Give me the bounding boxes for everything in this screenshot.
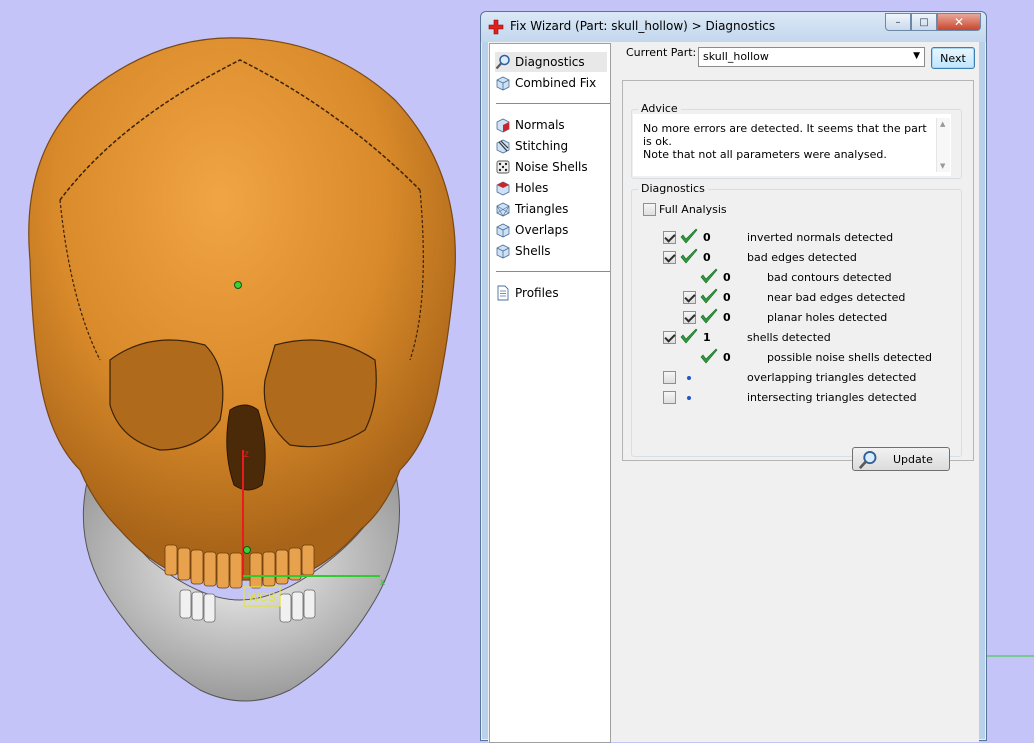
minimize-button[interactable]: –	[885, 13, 911, 31]
diagnostic-label: possible noise shells detected	[767, 351, 933, 364]
pick-point-marker	[234, 281, 242, 289]
magnifier-icon	[495, 54, 510, 70]
window-client-area: Diagnostics Combined Fix Normals Stitchi…	[488, 42, 979, 743]
normals-cube-icon	[496, 118, 510, 133]
diagnostic-count: 0	[703, 231, 711, 244]
diagnostic-count: 0	[723, 311, 731, 324]
full-analysis-checkbox[interactable]	[643, 203, 656, 216]
window-controls: – □ ✕	[885, 13, 981, 31]
diagnostic-count: 0	[723, 271, 731, 284]
nav-item-noise-shells[interactable]: Noise Shells	[495, 157, 607, 177]
nav-item-label: Combined Fix	[515, 76, 597, 90]
green-check-icon	[680, 248, 698, 264]
nav-item-label: Overlaps	[515, 223, 569, 237]
green-check-icon	[700, 308, 718, 324]
nav-item-normals[interactable]: Normals	[495, 115, 607, 135]
nav-item-overlaps[interactable]: Overlaps	[495, 220, 607, 240]
update-button[interactable]: Update	[852, 447, 950, 471]
origin-marker	[243, 546, 251, 554]
green-check-icon	[680, 228, 698, 244]
diagnostic-checkbox[interactable]	[663, 371, 676, 384]
nav-item-shells[interactable]: Shells	[495, 241, 607, 261]
diagnostic-count: 1	[703, 331, 711, 344]
wcs-label: WCS	[248, 590, 276, 604]
nav-panel: Diagnostics Combined Fix Normals Stitchi…	[489, 43, 611, 743]
nav-separator	[496, 103, 610, 104]
scroll-up-arrow-icon[interactable]: ▲	[940, 120, 945, 128]
holes-cube-icon	[496, 181, 510, 196]
nav-item-label: Normals	[515, 118, 565, 132]
nav-item-stitching[interactable]: Stitching	[495, 136, 607, 156]
advice-textbox[interactable]: No more errors are detected. It seems th…	[633, 114, 951, 176]
pending-dot-icon	[687, 376, 691, 380]
full-analysis-label: Full Analysis	[659, 203, 727, 216]
diagnostic-label: bad edges detected	[747, 251, 857, 264]
axis-line-right	[985, 655, 1034, 657]
maximize-button[interactable]: □	[911, 13, 937, 31]
diagnostic-label: bad contours detected	[767, 271, 892, 284]
title-bar[interactable]: Fix Wizard (Part: skull_hollow) > Diagno…	[481, 12, 986, 42]
triangles-icon	[496, 202, 510, 217]
nav-item-label: Triangles	[515, 202, 569, 216]
diagnostic-label: overlapping triangles detected	[747, 371, 917, 384]
nav-item-holes[interactable]: Holes	[495, 178, 607, 198]
scroll-down-arrow-icon[interactable]: ▼	[940, 162, 945, 170]
diagnostic-checkbox[interactable]	[683, 291, 696, 304]
nav-item-label: Stitching	[515, 139, 569, 153]
nav-item-label: Profiles	[515, 286, 559, 300]
current-part-value: skull_hollow	[703, 50, 769, 63]
diagnostic-count: 0	[703, 251, 711, 264]
diagnostic-label: shells detected	[747, 331, 831, 344]
diagnostic-count: 0	[723, 291, 731, 304]
diagnostic-checkbox[interactable]	[663, 251, 676, 264]
nav-item-combined-fix[interactable]: Combined Fix	[495, 73, 607, 93]
update-label: Update	[893, 453, 933, 466]
diagnostic-checkbox[interactable]	[683, 311, 696, 324]
stitching-icon	[496, 139, 510, 154]
x-axis-label: x	[380, 577, 385, 588]
magnifier-icon	[858, 450, 877, 470]
diagnostic-label: inverted normals detected	[747, 231, 894, 244]
diagnostic-label: near bad edges detected	[767, 291, 906, 304]
diagnostics-title: Diagnostics	[638, 182, 708, 195]
z-axis-label: z	[244, 449, 249, 460]
nav-item-label: Shells	[515, 244, 551, 258]
diagnostic-label: planar holes detected	[767, 311, 888, 324]
nav-separator	[496, 271, 610, 272]
green-check-icon	[700, 268, 718, 284]
diagnostic-checkbox[interactable]	[663, 391, 676, 404]
close-button[interactable]: ✕	[937, 13, 981, 31]
diagnostic-checkbox[interactable]	[663, 331, 676, 344]
green-check-icon	[700, 348, 718, 364]
diagnostic-count: 0	[723, 351, 731, 364]
dice-icon	[496, 160, 510, 174]
nav-item-diagnostics[interactable]: Diagnostics	[495, 52, 607, 72]
pending-dot-icon	[687, 396, 691, 400]
nav-item-label: Diagnostics	[515, 55, 585, 69]
nav-item-label: Holes	[515, 181, 549, 195]
skull-model[interactable]: z x WCS	[0, 0, 480, 734]
advice-scrollbar[interactable]: ▲ ▼	[936, 118, 950, 172]
advice-text-line1: No more errors are detected. It seems th…	[643, 122, 927, 148]
current-part-label: Current Part:	[626, 46, 697, 59]
document-icon	[497, 285, 509, 301]
fix-wizard-window: Fix Wizard (Part: skull_hollow) > Diagno…	[480, 11, 987, 743]
diagnostic-label: intersecting triangles detected	[747, 391, 917, 404]
shells-cube-icon	[496, 244, 510, 259]
cube-icon	[496, 76, 510, 91]
red-cross-icon	[488, 19, 504, 35]
nav-item-profiles[interactable]: Profiles	[495, 283, 607, 303]
current-part-dropdown[interactable]: skull_hollow ▼	[698, 47, 925, 67]
diagnostics-panel: Advice No more errors are detected. It s…	[622, 80, 974, 461]
nav-item-label: Noise Shells	[515, 160, 588, 174]
diagnostic-checkbox[interactable]	[663, 231, 676, 244]
nav-item-triangles[interactable]: Triangles	[495, 199, 607, 219]
next-button[interactable]: Next	[931, 47, 975, 69]
dropdown-arrow-icon: ▼	[913, 51, 920, 61]
green-check-icon	[700, 288, 718, 304]
window-title: Fix Wizard (Part: skull_hollow) > Diagno…	[510, 19, 776, 33]
green-check-icon	[680, 328, 698, 344]
overlaps-cube-icon	[496, 223, 510, 238]
advice-text-line2: Note that not all parameters were analys…	[643, 148, 887, 161]
